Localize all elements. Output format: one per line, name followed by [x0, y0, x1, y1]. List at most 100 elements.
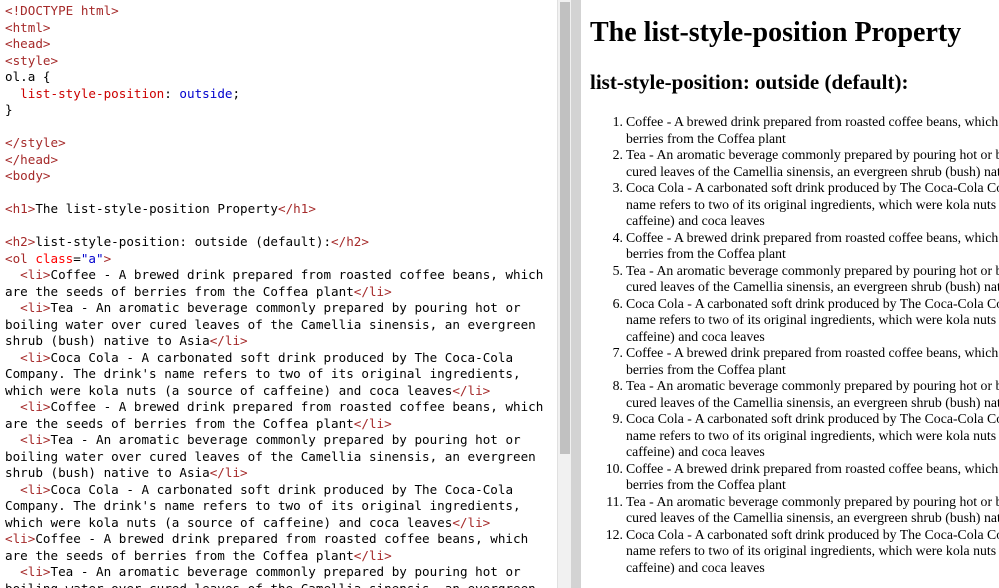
code-token: Company. The drink's name refers to two … — [5, 498, 521, 513]
list-item-number: 4. — [612, 229, 623, 245]
list-item-number: 10. — [605, 460, 623, 476]
code-token: ol.a { — [5, 69, 51, 84]
code-token: <li> — [20, 399, 51, 414]
code-line: boiling water over cured leaves of the C… — [5, 317, 557, 334]
code-token: Coffee - A brewed drink prepared from ro… — [35, 531, 529, 546]
code-line: <head> — [5, 36, 557, 53]
code-token: Coca Cola - A carbonated soft drink prod… — [50, 481, 514, 497]
code-line: <li>Coffee - A brewed drink prepared fro… — [5, 531, 557, 548]
code-line: } — [5, 102, 557, 119]
code-line: <li>Tea - An aromatic beverage commonly … — [5, 432, 557, 449]
code-token: Tea - An aromatic beverage commonly prep… — [50, 432, 521, 447]
code-editor[interactable]: <!DOCTYPE html> <html> <head> <style> ol.a {… — [0, 0, 557, 588]
list-item-text: Coffee - A brewed drink prepared from ro… — [626, 460, 999, 476]
code-token: <li> — [20, 300, 51, 315]
list-item: 6. Coca Cola - A carbonated soft drink pr… — [590, 296, 999, 346]
list-item-text: name refers to two of its original ingre… — [626, 196, 999, 212]
list-item-text: caffeine) and coca leaves — [626, 213, 765, 228]
code-line: Company. The drink's name refers to two … — [5, 498, 557, 515]
code-token: = — [73, 250, 81, 266]
list-item: 8. Tea - An aromatic beverage commonly pr… — [590, 378, 999, 411]
code-token: Coffee - A brewed drink prepared from ro… — [50, 399, 544, 414]
code-line: <style> — [5, 53, 557, 70]
code-line: are the seeds of berries from the Coffea… — [5, 416, 557, 433]
list-item-text: caffeine) and coca leaves — [626, 328, 765, 344]
list-item-text: cured leaves of the Camellia sinensis, a… — [626, 279, 999, 294]
code-token: <body> — [5, 168, 51, 183]
list-item-number: 12. — [605, 526, 623, 542]
code-token: which were kola nuts (a source of caffei… — [5, 382, 453, 398]
list-item: 3. Coca Cola - A carbonated soft drink pr… — [590, 180, 999, 230]
code-token: outside — [179, 85, 233, 101]
code-line: <!DOCTYPE html> — [5, 3, 557, 20]
list-item: 7. Coffee - A brewed drink prepared from … — [590, 345, 999, 378]
code-token: <li> — [20, 267, 51, 282]
list-item-number: 1. — [612, 114, 623, 129]
list-item-text: caffeine) and coca leaves — [626, 444, 765, 459]
preview-ordered-list: 1. Coffee - A brewed drink prepared from … — [590, 114, 999, 576]
code-line: ol.a { — [5, 69, 557, 86]
code-line: </style> — [5, 135, 557, 152]
code-line: <li>Tea - An aromatic beverage commonly … — [5, 564, 557, 581]
code-line: shrub (bush) native to Asia</li> — [5, 465, 557, 482]
code-line: which were kola nuts (a source of caffei… — [5, 515, 557, 532]
code-line: Company. The drink's name refers to two … — [5, 366, 557, 383]
code-line: <li>Coca Cola - A carbonated soft drink … — [5, 350, 557, 367]
list-item-number: 5. — [612, 262, 623, 278]
code-token: > — [103, 250, 112, 266]
list-item: 2. Tea - An aromatic beverage commonly pr… — [590, 147, 999, 180]
code-line: list-style-position: outside; — [5, 86, 557, 103]
list-item-text: name refers to two of its original ingre… — [626, 427, 999, 443]
list-item-text: Coffee - A brewed drink prepared from ro… — [626, 345, 999, 360]
list-item: 10. Coffee - A brewed drink prepared from… — [590, 460, 999, 494]
list-item-text: caffeine) and coca leaves — [626, 559, 765, 575]
code-token: The list-style-position Property — [35, 201, 278, 216]
code-token: boiling water over cured leaves of the C… — [5, 316, 536, 332]
code-line: which were kola nuts (a source of caffei… — [5, 383, 557, 400]
code-token: </style> — [5, 135, 66, 150]
code-token: </li> — [353, 547, 392, 563]
code-token: list-style-position: outside (default): — [35, 234, 332, 249]
code-line: boiling water over cured leaves of the C… — [5, 449, 557, 466]
code-token: shrub (bush) native to Asia — [5, 465, 210, 480]
code-token: <ol — [5, 250, 28, 266]
code-line: <li>Coffee - A brewed drink prepared fro… — [5, 399, 557, 416]
list-item-number: 7. — [612, 345, 623, 360]
code-token: Company. The drink's name refers to two … — [5, 366, 521, 381]
code-line: </head> — [5, 152, 557, 169]
code-line: <html> — [5, 20, 557, 37]
code-line: <li>Tea - An aromatic beverage commonly … — [5, 300, 557, 317]
list-item-text: name refers to two of its original ingre… — [626, 312, 999, 327]
pane-divider[interactable] — [571, 0, 581, 588]
list-item-number: 2. — [612, 147, 623, 162]
code-text[interactable]: <!DOCTYPE html> <html> <head> <style> ol.a {… — [5, 3, 557, 588]
code-token: <style> — [5, 52, 59, 68]
code-token: <li> — [20, 564, 51, 579]
code-token: </h2> — [331, 234, 369, 249]
code-line: <li>Coca Cola - A carbonated soft drink … — [5, 482, 557, 499]
list-item-text: Tea - An aromatic beverage commonly prep… — [626, 147, 999, 162]
code-token: </li> — [452, 514, 491, 530]
editor-scrollbar-thumb[interactable] — [560, 2, 570, 454]
list-item-text: Coca Cola - A carbonated soft drink prod… — [626, 411, 999, 426]
code-token: are the seeds of berries from the Coffea… — [5, 547, 354, 563]
list-item-text: cured leaves of the Camellia sinensis, a… — [626, 163, 999, 179]
list-item-text: berries from the Coffea plant — [626, 130, 786, 146]
code-line: <h2>list-style-position: outside (defaul… — [5, 234, 557, 251]
list-item-text: name refers to two of its original ingre… — [626, 543, 999, 558]
code-line: boiling water over cured leaves of the C… — [5, 581, 557, 588]
code-token: <h1> — [5, 201, 36, 216]
preview-heading-2: list-style-position: outside (default): — [590, 70, 909, 94]
code-token: } — [5, 102, 13, 117]
list-item-text: Coffee - A brewed drink prepared from ro… — [626, 114, 999, 129]
editor-scrollbar[interactable] — [557, 0, 571, 588]
list-item-text: Tea - An aromatic beverage commonly prep… — [626, 378, 999, 393]
